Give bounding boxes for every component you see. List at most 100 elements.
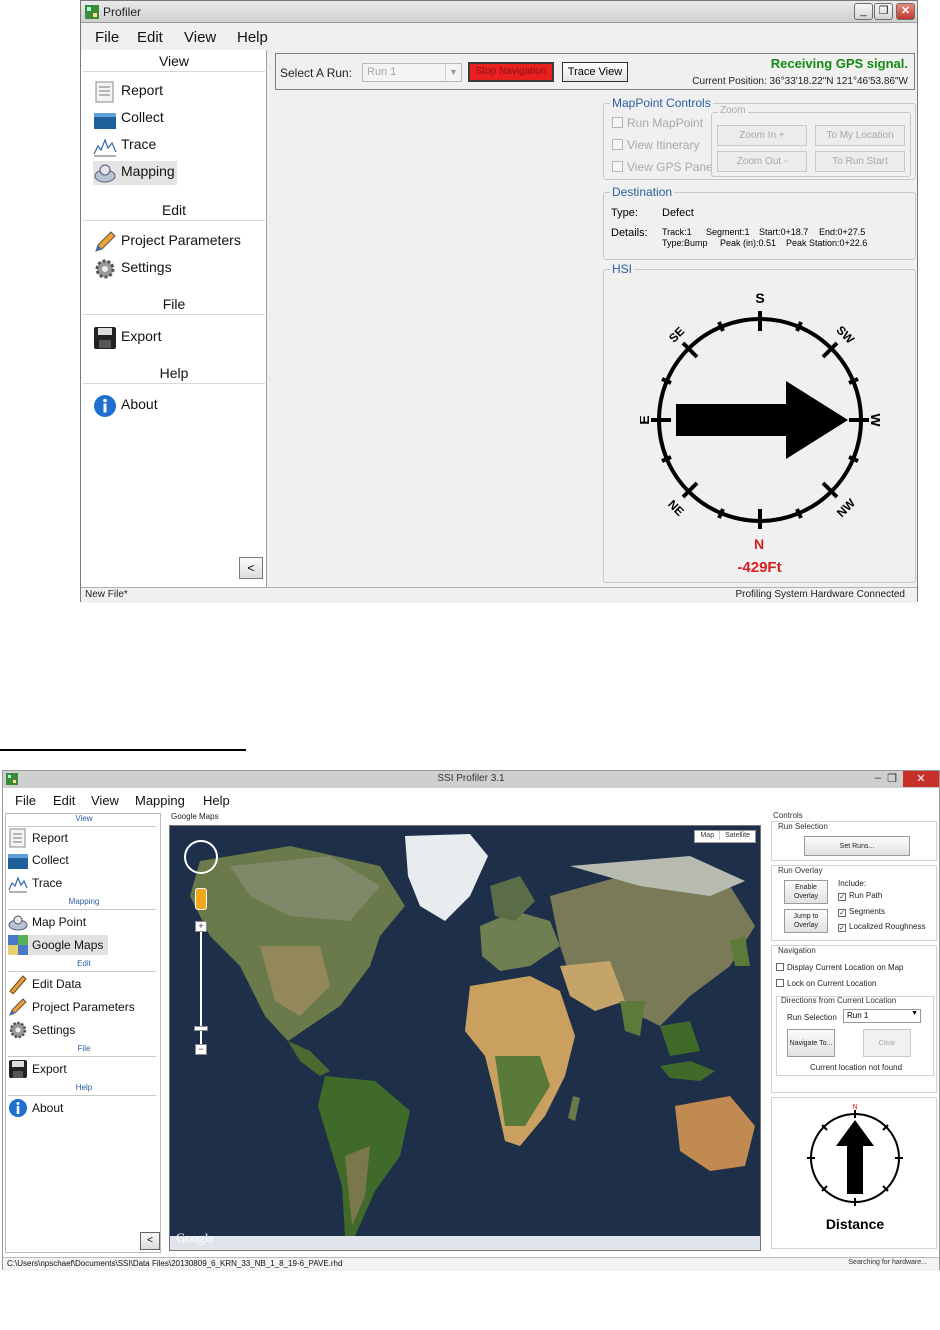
window-title: SSI Profiler 3.1: [437, 773, 505, 784]
destination-group: Destination Type: Defect Details: Track:…: [603, 185, 916, 260]
restore-button[interactable]: ❐: [874, 3, 893, 20]
compass-group: N Distance: [771, 1097, 937, 1249]
sidebar-item-label: Mapping: [121, 163, 175, 179]
menu-edit[interactable]: Edit: [53, 793, 75, 808]
stop-navigation-button[interactable]: Stop Navigation: [468, 62, 554, 82]
hsi-label-s: S: [755, 290, 764, 306]
sidebar-item-label: Collect: [32, 853, 69, 867]
collapse-sidebar-button[interactable]: <: [140, 1232, 160, 1250]
sidebar-item-mapping[interactable]: Mapping: [93, 161, 177, 185]
trace-icon: [8, 876, 28, 893]
zoom-out-button[interactable]: Zoom Out -: [717, 151, 807, 172]
navigate-to-button[interactable]: Navigate To...: [787, 1029, 835, 1057]
minimize-button[interactable]: _: [854, 3, 873, 20]
run-mappoint-checkbox[interactable]: Run MapPoint: [612, 116, 703, 130]
hsi-title: HSI: [610, 262, 635, 276]
to-run-start-button[interactable]: To Run Start: [815, 151, 905, 172]
map-type-satellite[interactable]: Satellite: [720, 831, 755, 840]
clear-button[interactable]: Clear: [863, 1029, 911, 1057]
map-type-map[interactable]: Map: [695, 831, 721, 840]
close-button[interactable]: ✕: [903, 771, 939, 787]
google-maps-label: Google Maps: [171, 812, 219, 821]
menu-view[interactable]: View: [184, 29, 216, 46]
menu-file[interactable]: File: [95, 29, 119, 46]
display-current-location-checkbox[interactable]: Display Current Location on Map: [776, 963, 904, 972]
run-selection-label: Run Selection: [787, 1013, 837, 1022]
to-my-location-button[interactable]: To My Location: [815, 125, 905, 146]
sidebar-header-file: File: [6, 1044, 162, 1058]
status-bar: C:\Users\npschaef\Documents\SSI\Data Fil…: [3, 1257, 939, 1271]
zoom-slider-track: [200, 921, 202, 1051]
detail-segment: Segment:1: [706, 227, 750, 237]
sidebar-header-label: Mapping: [68, 897, 100, 906]
map-type-control: Map Satellite: [694, 830, 756, 843]
hsi-label-n: N: [754, 536, 765, 552]
world-map-image: [170, 826, 760, 1250]
view-itinerary-checkbox[interactable]: View Itinerary: [612, 138, 699, 152]
minimize-button[interactable]: –: [875, 772, 881, 784]
zoom-in-button[interactable]: Zoom In +: [717, 125, 807, 146]
run-selection-group: Run Selection Set Runs...: [771, 821, 937, 861]
sidebar-header-file: File: [162, 296, 186, 312]
zoom-slider-thumb[interactable]: [194, 1026, 208, 1031]
zoom-out-button[interactable]: −: [195, 1044, 207, 1055]
segments-checkbox[interactable]: ✓ Segments: [838, 907, 885, 917]
app-icon: [85, 5, 99, 19]
lock-current-location-checkbox[interactable]: Lock on Current Location: [776, 979, 876, 988]
sidebar-header-help: Help: [6, 1083, 162, 1097]
sidebar-item-label: Settings: [121, 259, 172, 275]
sidebar-item-label: Export: [32, 1062, 67, 1076]
save-icon: [94, 327, 116, 349]
sidebar-header-edit: Edit: [161, 202, 187, 218]
hsi-label-w: W: [868, 413, 880, 427]
enable-overlay-button[interactable]: Enable Overlay: [784, 880, 828, 904]
run-path-checkbox[interactable]: ✓ Run Path: [838, 891, 882, 901]
sidebar-item-label: About: [121, 396, 158, 412]
report-icon: [9, 828, 26, 848]
hsi-label-nw: NW: [834, 496, 859, 521]
sidebar-item-google-maps[interactable]: Google Maps: [8, 935, 108, 955]
run-selection-dropdown[interactable]: Run 1 ▼: [843, 1009, 921, 1023]
restore-button[interactable]: ❐: [887, 772, 897, 785]
status-right: Profiling System Hardware Connected: [735, 589, 905, 600]
set-runs-button[interactable]: Set Runs...: [804, 836, 910, 856]
menu-help[interactable]: Help: [237, 29, 268, 46]
menu-edit[interactable]: Edit: [137, 29, 163, 46]
controls-panel: Controls Run Selection Set Runs... Run O…: [767, 811, 939, 1253]
mappoint-controls-group: MapPoint Controls Run MapPoint View Itin…: [603, 96, 916, 180]
close-button[interactable]: ✕: [896, 3, 915, 20]
run-select[interactable]: Run 1 ▼: [362, 63, 462, 82]
title-bar[interactable]: SSI Profiler 3.1 – ❐ ✕: [3, 771, 939, 788]
menu-mapping[interactable]: Mapping: [135, 793, 185, 808]
destination-type-value: Defect: [662, 207, 694, 219]
sidebar-item-label: Report: [121, 82, 164, 98]
street-view-pegman-icon[interactable]: [195, 888, 207, 910]
jump-to-overlay-button[interactable]: Jump to Overlay: [784, 909, 828, 933]
sidebar-item-label: Project Parameters: [32, 1000, 135, 1014]
location-status: Current location not found: [809, 1063, 903, 1072]
menu-help[interactable]: Help: [203, 793, 230, 808]
view-gps-pane-checkbox[interactable]: View GPS Pane: [612, 160, 713, 174]
menu-view[interactable]: View: [91, 793, 119, 808]
run-toolbar: Select A Run: Run 1 ▼ Stop Navigation Tr…: [275, 53, 915, 90]
include-label: Include:: [838, 879, 867, 888]
hsi-label-e: E: [640, 415, 652, 424]
collapse-sidebar-button[interactable]: <: [239, 557, 263, 579]
chevron-down-icon: ▼: [911, 1010, 918, 1017]
checkbox-label: Lock on Current Location: [787, 979, 877, 988]
hsi-distance: -429Ft: [737, 559, 782, 576]
pan-control[interactable]: [184, 840, 218, 874]
google-map[interactable]: Map Satellite + − Google: [169, 825, 761, 1251]
menu-file[interactable]: File: [15, 793, 36, 808]
run-select-value: Run 1: [367, 66, 397, 78]
menu-bar: File Edit View Mapping Help: [3, 789, 939, 811]
destination-type-label: Type:: [611, 207, 638, 219]
zoom-in-button[interactable]: +: [195, 921, 207, 932]
detail-peak: Peak (in):0.51: [720, 238, 777, 248]
title-bar[interactable]: Profiler _ ❐ ✕: [81, 1, 917, 23]
select-run-label: Select A Run:: [280, 66, 353, 80]
trace-view-button[interactable]: Trace View: [562, 62, 628, 82]
mappoint-controls-title: MapPoint Controls: [610, 96, 713, 110]
sidebar-item-label: Collect: [121, 109, 164, 125]
localized-roughness-checkbox[interactable]: ✓ Localized Roughness: [838, 922, 926, 932]
